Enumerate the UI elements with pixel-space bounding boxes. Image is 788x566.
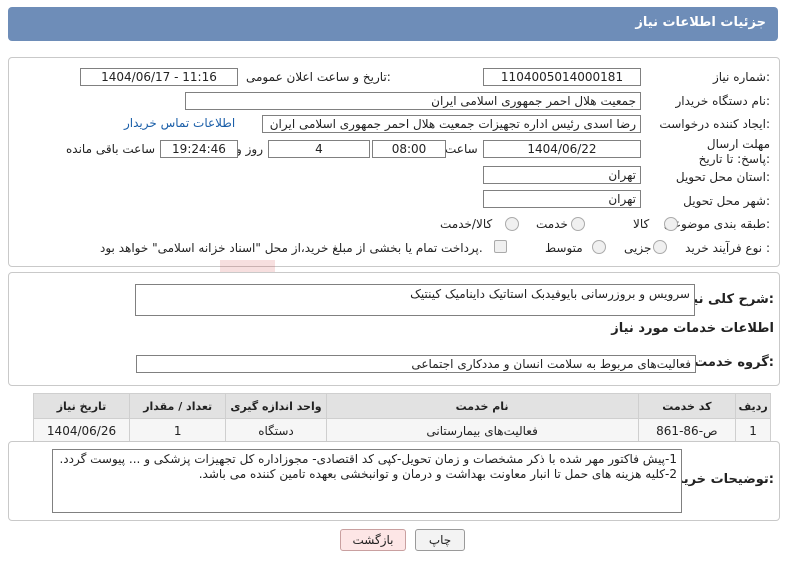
category-radio-goods-service[interactable] — [505, 217, 519, 231]
service-group-field: فعالیت‌های مربوط به سلامت انسان و مددکار… — [136, 355, 696, 373]
services-section-title: اطلاعات خدمات مورد نیاز — [611, 321, 774, 336]
payment-note: پرداخت تمام یا بخشی از مبلغ خرید،از محل … — [100, 241, 483, 255]
page-title: جزئیات اطلاعات نیاز — [635, 15, 766, 30]
city-field: تهران — [483, 190, 641, 208]
province-field: تهران — [483, 166, 641, 184]
cell-need-date: 1404/06/26 — [32, 418, 131, 444]
col-unit: واحد اندازه گیری — [225, 393, 327, 419]
col-service-name: نام خدمت — [325, 393, 639, 419]
deadline-time-field: 08:00 — [372, 140, 446, 158]
cell-row-number: 1 — [735, 418, 771, 444]
buyer-org-label: نام دستگاه خریدار: — [675, 94, 771, 108]
col-service-code: کد خدمت — [637, 393, 737, 419]
category-radio-goods[interactable] — [664, 217, 678, 231]
col-quantity: تعداد / مقدار — [129, 393, 227, 419]
col-row-number: ردیف — [735, 393, 771, 419]
purchase-radio-medium[interactable] — [592, 240, 606, 254]
requester-label: ایجاد کننده درخواست: — [659, 117, 770, 131]
buyer-notes-line-1: 1-پیش فاکتور مهر شده با ذکر مشخصات و زما… — [59, 452, 677, 466]
category-option-goods: کالا — [633, 217, 650, 231]
remaining-time-label: ساعت باقی مانده — [66, 142, 156, 156]
service-group-label: گروه خدمت: — [694, 355, 774, 370]
purchase-option-minor: جزیی — [624, 241, 652, 255]
buyer-contact-link[interactable]: اطلاعات تماس خریدار — [124, 116, 235, 130]
print-button[interactable]: چاپ — [415, 529, 465, 551]
back-button[interactable]: بازگشت — [340, 529, 406, 551]
announce-datetime-label: تاریخ و ساعت اعلان عمومی: — [246, 70, 391, 84]
category-radio-service[interactable] — [571, 217, 585, 231]
cell-unit: دستگاه — [225, 418, 327, 444]
table-row: 1 ص-86-861 فعالیت‌های بیمارستانی دستگاه … — [32, 418, 771, 444]
days-label: روز و — [236, 142, 263, 156]
deadline-label: مهلت ارسال پاسخ: تا تاریخ: — [698, 137, 770, 166]
cell-service-name: فعالیت‌های بیمارستانی — [325, 418, 639, 444]
need-description-field: سرویس و بروزرسانی بایوفیدبک استاتیک داین… — [135, 284, 695, 316]
deadline-date-field: 1404/06/22 — [483, 140, 641, 158]
services-table: ردیف کد خدمت نام خدمت واحد اندازه گیری ت… — [32, 393, 771, 444]
purchase-radio-minor[interactable] — [653, 240, 667, 254]
buyer-notes-line-2: 2-کلیه هزینه های حمل تا انبار معاونت بهد… — [198, 467, 677, 481]
buyer-notes-field: 1-پیش فاکتور مهر شده با ذکر مشخصات و زما… — [52, 449, 682, 513]
category-option-goods-service: کالا/خدمت — [440, 217, 493, 231]
col-need-date: تاریخ نیاز — [32, 393, 131, 419]
need-info-panel — [8, 57, 780, 267]
cell-quantity: 1 — [129, 418, 227, 444]
buyer-org-field: جمعیت هلال احمر جمهوری اسلامی ایران — [185, 92, 641, 110]
treasury-payment-checkbox[interactable] — [494, 240, 507, 253]
purchase-type-label: نوع فرآیند خرید : — [685, 241, 770, 255]
need-number-field: 1104005014000181 — [483, 68, 641, 86]
days-remaining-field: 4 — [268, 140, 370, 158]
announce-datetime-field: 1404/06/17 - 11:16 — [80, 68, 238, 86]
cell-service-code: ص-86-861 — [637, 418, 737, 444]
purchase-option-medium: متوسط — [545, 241, 583, 255]
services-table-header: ردیف کد خدمت نام خدمت واحد اندازه گیری ت… — [32, 393, 771, 419]
province-label: استان محل تحویل: — [675, 170, 770, 184]
city-label: شهر محل تحویل: — [683, 194, 770, 208]
need-number-label: شماره نیاز: — [712, 70, 770, 84]
category-option-service: خدمت — [536, 217, 568, 231]
deadline-time-label: ساعت — [445, 142, 478, 156]
remaining-time-field: 19:24:46 — [160, 140, 238, 158]
requester-field: رضا اسدی رئیس اداره تجهیزات جمعیت هلال ا… — [262, 115, 641, 133]
category-label: طبقه بندی موضوعی: — [663, 217, 770, 231]
header-bar: جزئیات اطلاعات نیاز — [8, 7, 778, 41]
